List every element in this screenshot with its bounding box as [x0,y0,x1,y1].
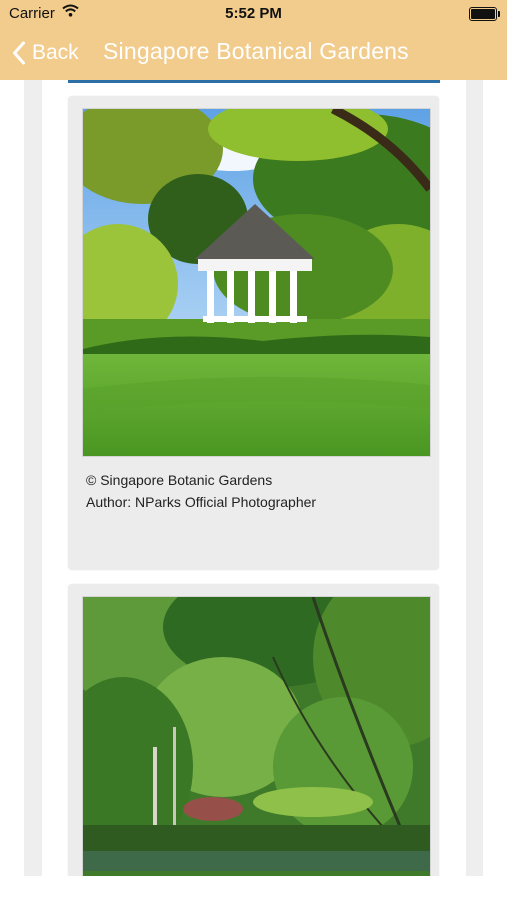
page-title: Singapore Botanical Gardens [103,38,409,64]
photo-card[interactable] [68,584,439,876]
bottom-bar [0,876,507,900]
photo-card[interactable]: © Singapore Botanic Gardens Author: NPar… [68,96,439,570]
clock-label: 5:52 PM [225,5,282,22]
photo-author: Author: NParks Official Photographer [86,494,317,510]
photo-copyright: © Singapore Botanic Gardens [86,472,273,488]
right-gutter [466,80,483,876]
app-header: Carrier 5:52 PM Back Singapore Botanical… [0,0,507,80]
left-gutter [24,80,42,876]
battery-icon [469,7,500,21]
gazebo-photo[interactable] [82,108,431,457]
gallery-scroll-view[interactable]: © Singapore Botanic Gardens Author: NPar… [0,80,507,876]
lake-photo[interactable] [82,596,431,876]
back-button[interactable]: Back [12,37,79,69]
status-bar: Carrier 5:52 PM [0,0,507,28]
back-label: Back [32,41,79,64]
chevron-left-icon [13,41,25,65]
navigation-bar: Back Singapore Botanical Gardens [0,28,507,80]
section-divider [68,80,440,83]
